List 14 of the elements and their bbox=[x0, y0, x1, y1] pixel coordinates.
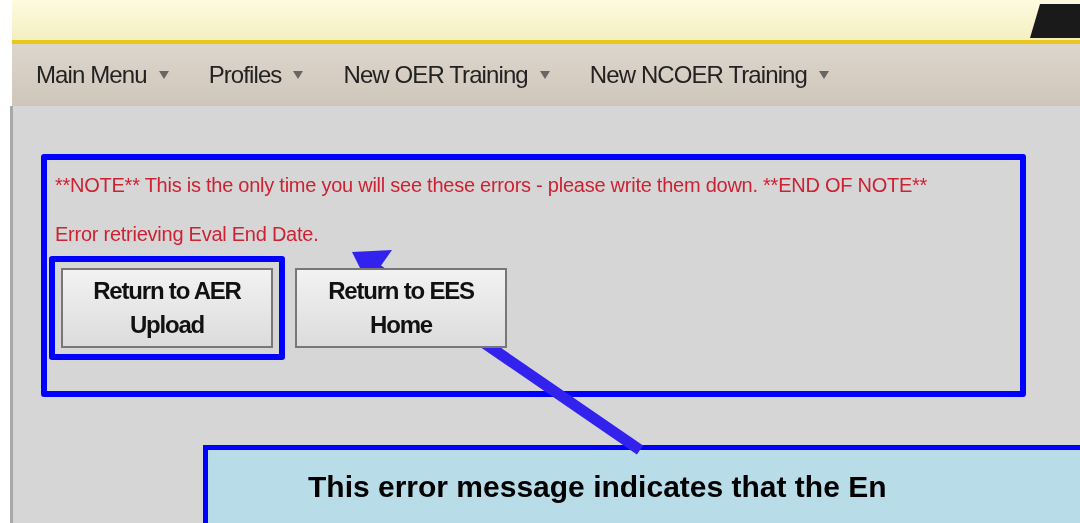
menu-item[interactable]: New NCOER Training bbox=[587, 61, 857, 89]
menu-item[interactable]: Profiles bbox=[206, 61, 332, 89]
return-button[interactable]: Return to AER Upload bbox=[61, 268, 273, 348]
callout-text: This error message indicates that the En bbox=[308, 470, 887, 503]
menu-item[interactable]: New OER Training bbox=[341, 61, 578, 89]
caret-icon bbox=[293, 71, 304, 79]
note-text: **NOTE** This is the only time you will see these errors - please write them down. **END OF NOTE** bbox=[55, 174, 929, 197]
banner-graphic bbox=[1030, 4, 1080, 38]
menu-item[interactable]: Main Menu bbox=[34, 61, 197, 89]
error-text: Error retrieving Eval End Date. bbox=[55, 223, 320, 246]
caret-icon bbox=[158, 71, 169, 79]
caret-icon bbox=[819, 71, 829, 79]
return-button[interactable]: Return to EES Home bbox=[295, 268, 507, 348]
caret-icon bbox=[539, 71, 550, 79]
